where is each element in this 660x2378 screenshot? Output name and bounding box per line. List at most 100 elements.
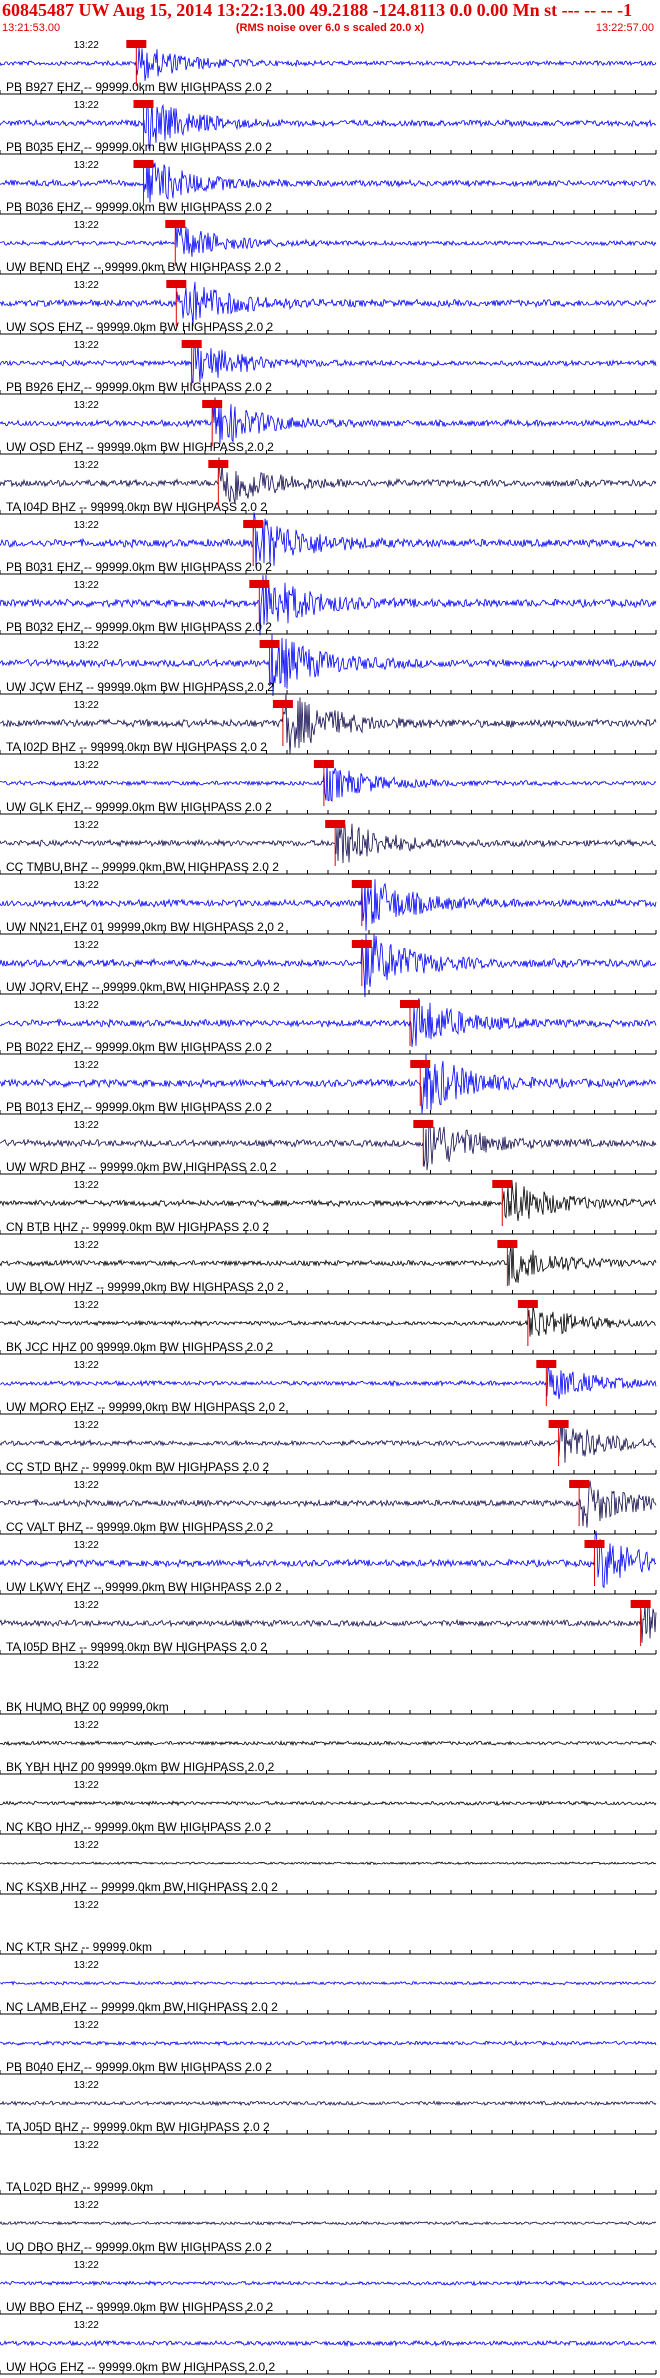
tick-label: 13:22	[74, 220, 99, 231]
trace-row: 13:22 TA L02D BHZ -- 99999.0km	[0, 2140, 657, 2195]
station-label: PB B031 EHZ -- 99999.0km BW HIGHPASS 2.0…	[6, 560, 272, 574]
station-label: UW BLOW HHZ -- 99999.0km BW HIGHPASS 2.0…	[6, 1280, 284, 1294]
tick-label: 13:22	[74, 1720, 99, 1731]
station-label: UW JORV EHZ -- 99999.0km BW HIGHPASS 2.0…	[6, 980, 280, 994]
tick-label: 13:22	[74, 820, 99, 831]
trace-row: 13:22 CC TMBU BHZ -- 99999.0km BW HIGHPAS…	[0, 820, 657, 875]
tick-label: 13:22	[74, 1660, 99, 1671]
station-label: TA J05D BHZ -- 99999.0km BW HIGHPASS 2.0…	[6, 2120, 270, 2134]
station-label: BK HUMO BHZ 00 99999.0km	[6, 1700, 169, 1714]
tick-label: 13:22	[74, 160, 99, 171]
trace-row: 13:22 UW LKWY EHZ -- 99999.0km BW HIGHPAS…	[0, 1530, 657, 1595]
station-label: NC KSXB HHZ -- 99999.0km BW HIGHPASS 2.0…	[6, 1880, 278, 1894]
trace-row: 13:22 PB B927 EHZ -- 99999.0km BW HIGHPAS…	[0, 40, 657, 95]
station-label: PB B022 EHZ -- 99999.0km BW HIGHPASS 2.0…	[6, 1040, 272, 1054]
station-label: NC LAMB EHZ -- 99999.0km BW HIGHPASS 2.0…	[6, 2000, 278, 2014]
trace-row: 13:22 NC LAMB EHZ -- 99999.0km BW HIGHPAS…	[0, 1960, 657, 2015]
trace-row: 13:22 CC VALT BHZ -- 99999.0km BW HIGHPAS…	[0, 1480, 657, 1535]
trace-row: 13:22 PB B022 EHZ -- 99999.0km BW HIGHPAS…	[0, 998, 657, 1055]
trace-row: 13:22 PB B035 EHZ -- 99999.0km BW HIGHPAS…	[0, 99, 657, 155]
station-label: CC VALT BHZ -- 99999.0km BW HIGHPASS 2.0…	[6, 1520, 274, 1534]
station-label: BK JCC HHZ 00 99999.0km BW HIGHPASS 2.0 …	[6, 1340, 274, 1354]
tick-label: 13:22	[74, 1180, 99, 1191]
tick-label: 13:22	[74, 1240, 99, 1251]
trace-row: 13:22 TA I02D BHZ -- 99999.0km BW HIGHPAS…	[0, 693, 657, 755]
trace-row: 13:22 UW SOS EHZ -- 99999.0km BW HIGHPASS…	[0, 280, 657, 335]
trace-row: 13:22 UW BLOW HHZ -- 99999.0km BW HIGHPAS…	[0, 1240, 657, 1295]
trace-row: 13:22 PB B040 EHZ -- 99999.0km BW HIGHPAS…	[0, 2020, 657, 2075]
trace-row: 13:22 CN BTB HHZ -- 99999.0km BW HIGHPASS…	[0, 1180, 657, 1235]
station-label: TA I04D BHZ -- 99999.0km BW HIGHPASS 2.0…	[6, 500, 267, 514]
station-label: UW BBO EHZ -- 99999.0km BW HIGHPASS 2.0 …	[6, 2300, 274, 2314]
station-label: PB B926 EHZ -- 99999.0km BW HIGHPASS 2.0…	[6, 380, 272, 394]
station-label: PB B035 EHZ -- 99999.0km BW HIGHPASS 2.0…	[6, 140, 272, 154]
station-label: UW HOG EHZ -- 99999.0km BW HIGHPASS 2.0 …	[6, 2360, 276, 2374]
waveform	[0, 2280, 657, 2287]
station-label: PB B013 EHZ -- 99999.0km BW HIGHPASS 2.0…	[6, 1100, 272, 1114]
tick-label: 13:22	[74, 2020, 99, 2031]
trace-row: 13:22 BK HUMO BHZ 00 99999.0km	[0, 1660, 657, 1715]
trace-row: 13:22 TA I04D BHZ -- 99999.0km BW HIGHPAS…	[0, 457, 657, 515]
seismogram-plot: 13:22 PB B927 EHZ -- 99999.0km BW HIGHPAS…	[0, 40, 657, 2375]
tick-label: 13:22	[74, 1540, 99, 1551]
trace-row: 13:22 BK YBH HHZ 00 99999.0km BW HIGHPASS…	[0, 1720, 657, 1775]
tick-label: 13:22	[74, 280, 99, 291]
station-label: CC STD BHZ -- 99999.0km BW HIGHPASS 2.0 …	[6, 1460, 270, 1474]
waveform	[0, 2039, 657, 2047]
tick-label: 13:22	[74, 400, 99, 411]
trace-row: 13:22 PB B031 EHZ -- 99999.0km BW HIGHPAS…	[0, 512, 657, 575]
station-label: UW WRD BHZ -- 99999.0km BW HIGHPASS 2.0 …	[6, 1160, 277, 1174]
tick-label: 13:22	[74, 2260, 99, 2271]
trace-row: 13:22 CC STD BHZ -- 99999.0km BW HIGHPASS…	[0, 1420, 657, 1475]
station-label: UO DBO BHZ -- 99999.0km BW HIGHPASS 2.0 …	[6, 2240, 272, 2254]
trace-row: 13:22 UW BEND EHZ -- 99999.0km BW HIGHPAS…	[0, 220, 657, 275]
station-label: UW SOS EHZ -- 99999.0km BW HIGHPASS 2.0 …	[6, 320, 274, 334]
waveform	[0, 1800, 657, 1807]
trace-row: 13:22 UW MORO EHZ -- 99999.0km BW HIGHPAS…	[0, 1360, 657, 1415]
tick-label: 13:22	[74, 760, 99, 771]
station-label: TA L02D BHZ -- 99999.0km	[6, 2180, 153, 2194]
tick-label: 13:22	[74, 1420, 99, 1431]
event-title: 60845487 UW Aug 15, 2014 13:22:13.00 49.…	[2, 0, 633, 20]
end-time: 13:22:57.00	[595, 22, 654, 34]
tick-label: 13:22	[74, 40, 99, 51]
station-label: CN BTB HHZ -- 99999.0km BW HIGHPASS 2.0 …	[6, 1220, 270, 1234]
trace-row: 13:22 UW GLK EHZ -- 99999.0km BW HIGHPASS…	[0, 760, 657, 815]
trace-row: 13:22 UW JORV EHZ -- 99999.0km BW HIGHPAS…	[0, 933, 657, 998]
trace-row: 13:22 NC KBO HHZ -- 99999.0km BW HIGHPASS…	[0, 1780, 657, 1835]
trace-row: 13:22 TA I05D BHZ -- 99999.0km BW HIGHPAS…	[0, 1600, 657, 1655]
trace-row: 13:22 PB B013 EHZ -- 99999.0km BW HIGHPAS…	[0, 1053, 657, 1115]
station-label: TA I02D BHZ -- 99999.0km BW HIGHPASS 2.0…	[6, 740, 267, 754]
tick-label: 13:22	[74, 1060, 99, 1071]
trace-row: 13:22 UW NN21 EHZ 01 99999.0km BW HIGHPAS…	[0, 879, 657, 935]
trace-row: 13:22 NC KSXB HHZ -- 99999.0km BW HIGHPAS…	[0, 1840, 657, 1895]
tick-label: 13:22	[74, 880, 99, 891]
tick-label: 13:22	[74, 1600, 99, 1611]
trace-row: 13:22 UW JCW EHZ -- 99999.0km BW HIGHPASS…	[0, 633, 657, 697]
trace-row: 13:22 UW OSD EHZ -- 99999.0km BW HIGHPASS…	[0, 397, 657, 455]
station-label: BK YBH HHZ 00 99999.0km BW HIGHPASS 2.0 …	[6, 1760, 275, 1774]
waveform	[0, 1980, 657, 1986]
waveform	[0, 2100, 657, 2107]
tick-label: 13:22	[74, 1840, 99, 1851]
tick-label: 13:22	[74, 1300, 99, 1311]
tick-label: 13:22	[74, 100, 99, 111]
trace-row: 13:22 UO DBO BHZ -- 99999.0km BW HIGHPASS…	[0, 2200, 657, 2255]
station-label: UW BEND EHZ -- 99999.0km BW HIGHPASS 2.0…	[6, 260, 282, 274]
tick-label: 13:22	[74, 1000, 99, 1011]
waveform	[0, 2339, 657, 2348]
tick-label: 13:22	[74, 1960, 99, 1971]
tick-label: 13:22	[74, 520, 99, 531]
station-label: PB B032 EHZ -- 99999.0km BW HIGHPASS 2.0…	[6, 620, 272, 634]
station-label: UW GLK EHZ -- 99999.0km BW HIGHPASS 2.0 …	[6, 800, 272, 814]
plot-subtitle: (RMS noise over 6.0 s scaled 20.0 x)	[235, 22, 425, 34]
tick-label: 13:22	[74, 2200, 99, 2211]
station-label: PB B040 EHZ -- 99999.0km BW HIGHPASS 2.0…	[6, 2060, 272, 2074]
station-label: PB B036 EHZ -- 99999.0km BW HIGHPASS 2.0…	[6, 200, 272, 214]
plot-header: 60845487 UW Aug 15, 2014 13:22:13.00 49.…	[0, 0, 660, 38]
station-label: UW OSD EHZ -- 99999.0km BW HIGHPASS 2.0 …	[6, 440, 274, 454]
station-label: UW NN21 EHZ 01 99999.0km BW HIGHPASS 2.0…	[6, 920, 284, 934]
waveform	[0, 1861, 657, 1866]
tick-label: 13:22	[74, 460, 99, 471]
trace-row: 13:22 UW HOG EHZ -- 99999.0km BW HIGHPASS…	[0, 2320, 657, 2375]
